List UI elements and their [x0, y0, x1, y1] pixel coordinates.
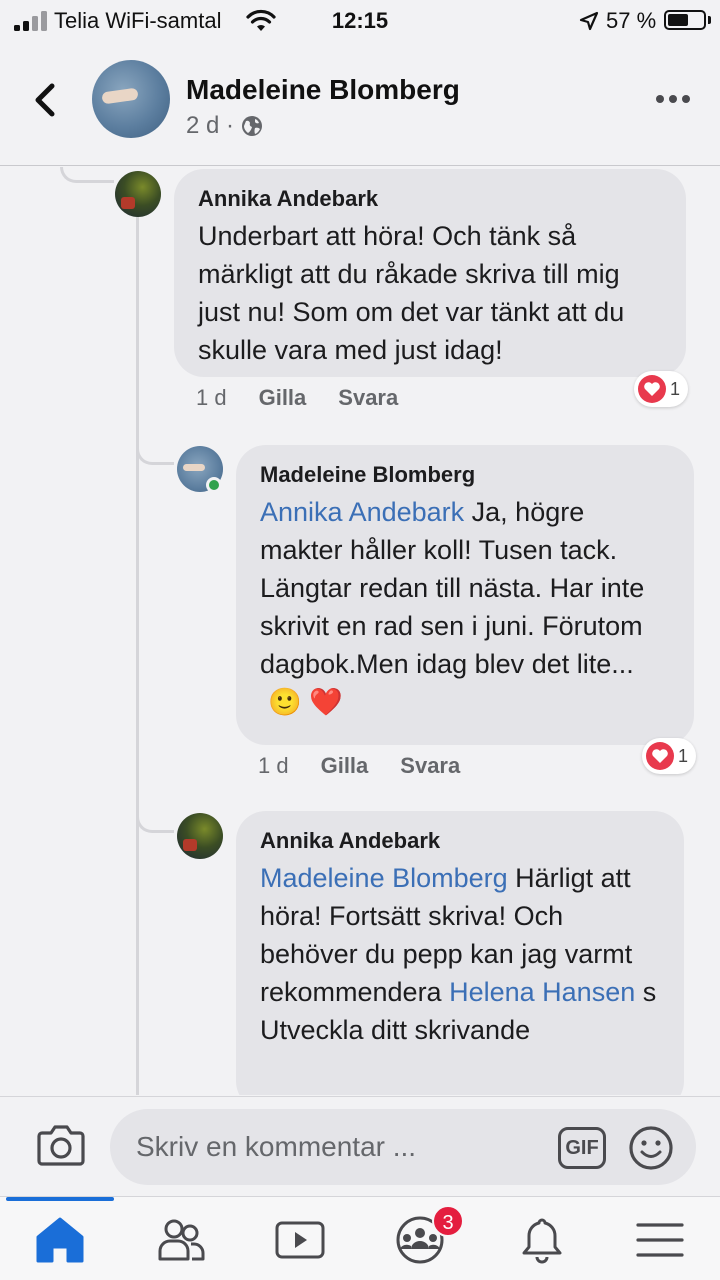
comment-actions: 1 d Gilla Svara: [196, 385, 398, 411]
globe-icon: [242, 116, 263, 136]
post-header: Madeleine Blomberg 2 d ·: [0, 44, 720, 166]
battery-percent: 57 %: [606, 8, 657, 33]
comment-bubble[interactable]: Madeleine Blomberg Annika Andebark Ja, h…: [236, 445, 694, 745]
like-button[interactable]: Gilla: [321, 753, 369, 779]
location-arrow-icon: [579, 11, 599, 31]
more-options-button[interactable]: [656, 94, 690, 104]
notification-badge: 3: [432, 1205, 464, 1237]
page-title[interactable]: Madeleine Blomberg: [186, 74, 460, 106]
comment-thread[interactable]: Annika Andebark Underbart att höra! Och …: [0, 167, 720, 1095]
reply-button[interactable]: Svara: [338, 385, 398, 411]
thread-line: [136, 213, 139, 1095]
friends-icon[interactable]: [150, 1215, 210, 1265]
comment-bubble[interactable]: Annika Andebark Underbart att höra! Och …: [174, 169, 686, 377]
comment-bubble[interactable]: Annika Andebark Madeleine Blomberg Härli…: [236, 811, 684, 1095]
post-meta: 2 d ·: [186, 112, 264, 140]
gif-button[interactable]: GIF: [558, 1127, 606, 1169]
comment-input-placeholder: Skriv en kommentar ...: [136, 1131, 417, 1162]
comment-author[interactable]: Madeleine Blomberg: [260, 461, 670, 489]
bottom-tab-bar: 3: [0, 1196, 720, 1280]
thread-connector: [60, 167, 114, 183]
heart-icon: [646, 742, 674, 770]
comment-actions: 1 d Gilla Svara: [258, 753, 460, 779]
status-bar: Telia WiFi-samtal 12:15 57 %: [0, 0, 720, 44]
notifications-icon[interactable]: [512, 1215, 572, 1265]
reaction-count[interactable]: 1: [642, 738, 697, 774]
comment-author[interactable]: Annika Andebark: [198, 185, 662, 213]
avatar[interactable]: [177, 813, 223, 859]
menu-icon[interactable]: [630, 1215, 690, 1265]
like-button[interactable]: Gilla: [259, 385, 307, 411]
thread-connector: [136, 807, 174, 833]
emoji: 🙂 ❤️: [268, 687, 343, 717]
avatar[interactable]: [92, 60, 170, 138]
mention-link[interactable]: Helena Hansen: [449, 977, 635, 1007]
comment-author[interactable]: Annika Andebark: [260, 827, 660, 855]
online-status-dot: [206, 477, 222, 493]
reaction-number: 1: [678, 745, 689, 766]
heart-icon: [638, 375, 666, 403]
watch-icon[interactable]: [270, 1215, 330, 1265]
mention-link[interactable]: Madeleine Blomberg: [260, 863, 508, 893]
comment-time: 1 d: [196, 385, 227, 410]
comment-composer: Skriv en kommentar ... GIF: [0, 1096, 720, 1196]
avatar[interactable]: [115, 171, 161, 217]
active-tab-indicator: [6, 1197, 114, 1201]
comment-text: Underbart att höra! Och tänk så märkligt…: [198, 221, 625, 365]
back-button[interactable]: [24, 74, 68, 126]
post-time: 2 d ·: [186, 112, 235, 139]
comment-text: Madeleine Blomberg Härligt att höra! For…: [260, 859, 660, 1049]
comment-time: 1 d: [258, 753, 289, 778]
emoji-icon[interactable]: [628, 1125, 674, 1171]
home-icon[interactable]: [30, 1215, 90, 1265]
camera-icon[interactable]: [36, 1123, 86, 1167]
reaction-count[interactable]: 1: [634, 371, 689, 407]
battery-icon: [664, 10, 706, 30]
reply-button[interactable]: Svara: [400, 753, 460, 779]
comment-text: Annika Andebark Ja, högre makter håller …: [260, 493, 670, 721]
battery-nub: [708, 16, 711, 24]
comment-input[interactable]: Skriv en kommentar ... GIF: [110, 1109, 696, 1185]
reaction-number: 1: [670, 378, 681, 399]
thread-connector: [136, 439, 174, 465]
mention-link[interactable]: Annika Andebark: [260, 497, 464, 527]
